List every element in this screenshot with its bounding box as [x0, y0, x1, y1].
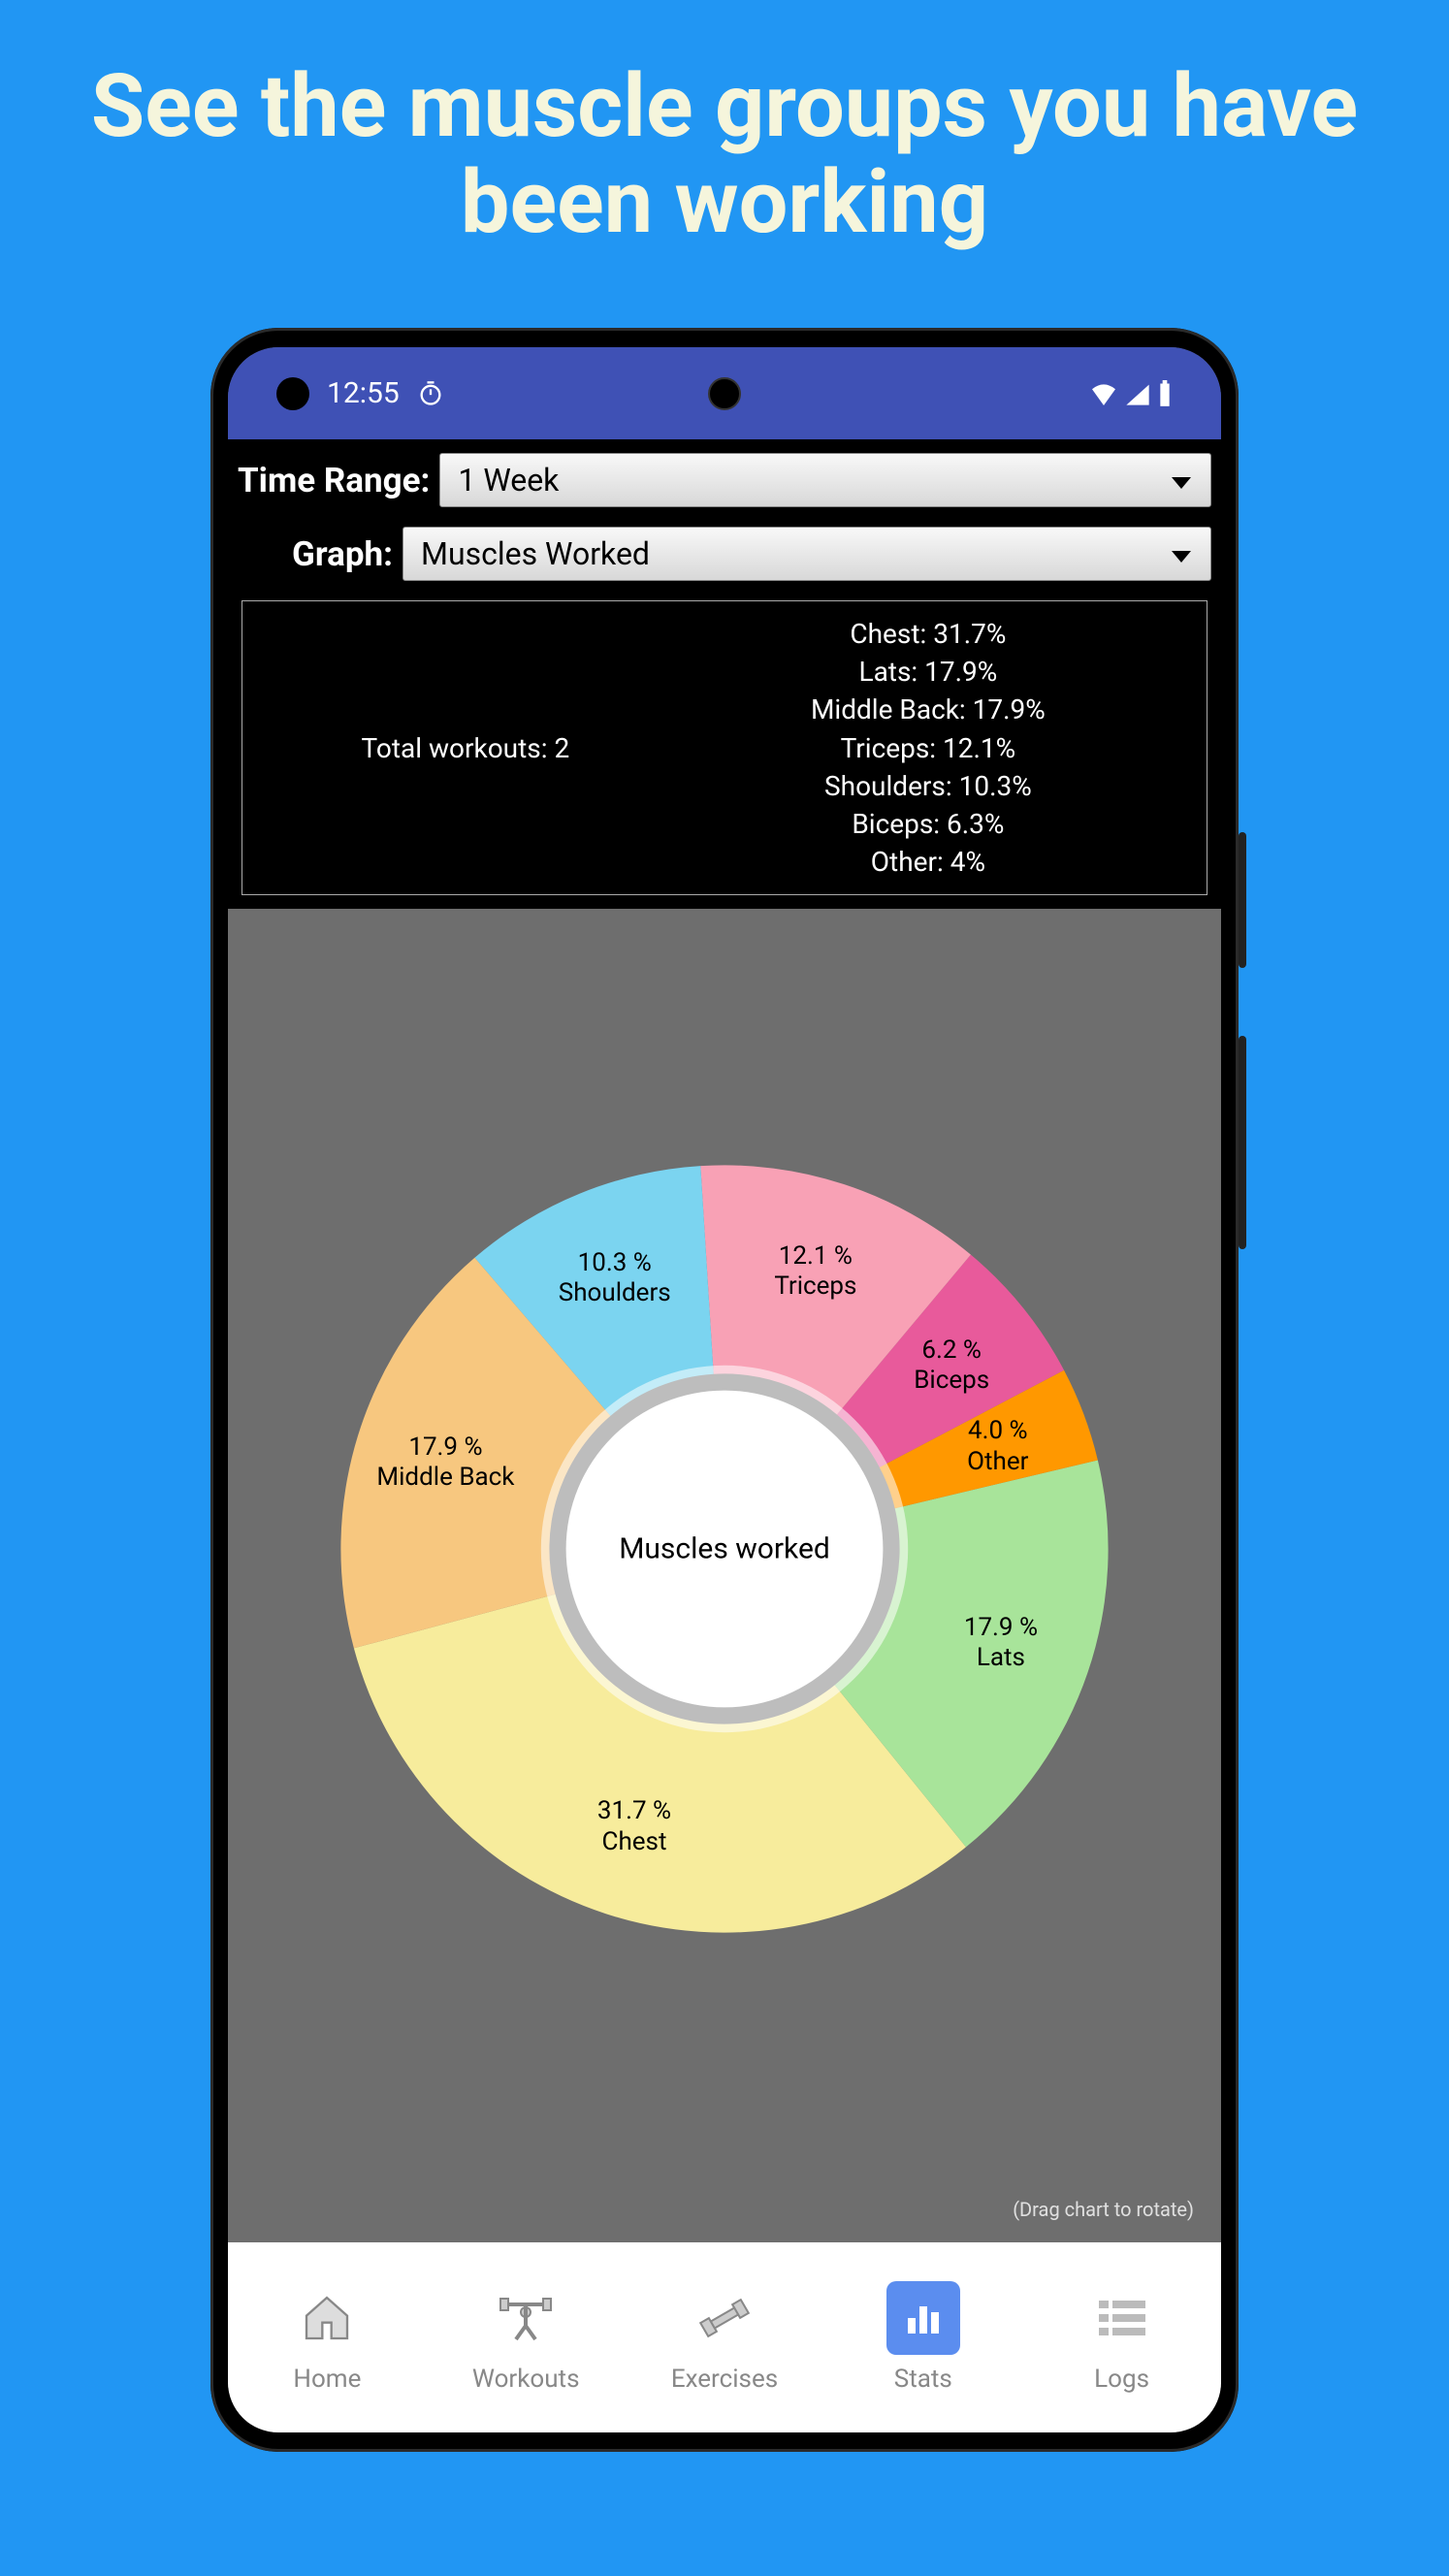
nav-label: Stats: [894, 2365, 952, 2394]
nav-workouts[interactable]: Workouts: [427, 2242, 626, 2432]
wifi-icon: [1089, 382, 1118, 405]
nav-exercises[interactable]: Exercises: [626, 2242, 824, 2432]
nav-home[interactable]: Home: [228, 2242, 427, 2432]
nav-label: Exercises: [671, 2365, 778, 2394]
home-indicator[interactable]: [598, 2413, 851, 2421]
summary-box: Total workouts: 2 Chest: 31.7%Lats: 17.9…: [242, 600, 1208, 895]
timer-icon: [417, 380, 444, 407]
stats-icon: [886, 2281, 960, 2355]
slice-label: 17.9 %Lats: [964, 1613, 1038, 1673]
chart-area[interactable]: Muscles worked 31.7 %Chest 17.9 %Lats 4.0 …: [228, 909, 1221, 2242]
slice-label: 6.2 %Biceps: [914, 1336, 989, 1396]
summary-breakdown: Chest: 31.7%Lats: 17.9%Middle Back: 17.9…: [669, 615, 1187, 881]
nav-label: Workouts: [472, 2365, 580, 2394]
hero-title: See the muscle groups you have been work…: [0, 0, 1449, 328]
workout-icon: [489, 2281, 563, 2355]
phone-side-button: [1239, 1036, 1246, 1249]
status-time: 12:55: [327, 376, 400, 410]
nav-label: Home: [293, 2365, 361, 2394]
chart-hint: (Drag chart to rotate): [1013, 2198, 1194, 2221]
nav-label: Logs: [1094, 2365, 1149, 2394]
slice-label: 10.3 %Shoulders: [559, 1248, 671, 1308]
nav-logs[interactable]: Logs: [1022, 2242, 1221, 2432]
graph-value: Muscles Worked: [421, 535, 650, 572]
phone-screen: 12:55 Time Range: 1 Week Graph: Muscles …: [228, 347, 1221, 2432]
home-icon: [290, 2281, 364, 2355]
controls-panel: Time Range: 1 Week Graph: Muscles Worked…: [228, 439, 1221, 909]
total-workouts: Total workouts: 2: [262, 615, 669, 881]
battery-icon: [1157, 380, 1173, 407]
signal-icon: [1124, 382, 1151, 405]
slice-label: 12.1 %Triceps: [774, 1241, 856, 1302]
phone-frame: 12:55 Time Range: 1 Week Graph: Muscles …: [210, 328, 1239, 2452]
camera-icon: [708, 377, 741, 410]
time-range-dropdown[interactable]: 1 Week: [439, 453, 1211, 507]
dumbbell-icon: [688, 2281, 761, 2355]
nav-stats[interactable]: Stats: [823, 2242, 1022, 2432]
status-dot-icon: [276, 377, 309, 410]
graph-dropdown[interactable]: Muscles Worked: [402, 527, 1211, 581]
time-range-label: Time Range:: [238, 461, 430, 500]
list-icon: [1085, 2281, 1159, 2355]
phone-side-button: [1239, 832, 1246, 968]
slice-label: 4.0 %Other: [967, 1416, 1028, 1476]
donut-chart[interactable]: Muscles worked 31.7 %Chest 17.9 %Lats 4.0 …: [307, 1132, 1142, 1966]
graph-label: Graph:: [238, 534, 393, 574]
bottom-nav: Home Workouts Exercises Stats: [228, 2242, 1221, 2432]
slice-label: 31.7 %Chest: [597, 1796, 671, 1856]
time-range-value: 1 Week: [458, 462, 559, 499]
status-bar: 12:55: [228, 347, 1221, 439]
chart-title: Muscles worked: [619, 1532, 830, 1566]
slice-label: 17.9 %Middle Back: [376, 1433, 514, 1493]
